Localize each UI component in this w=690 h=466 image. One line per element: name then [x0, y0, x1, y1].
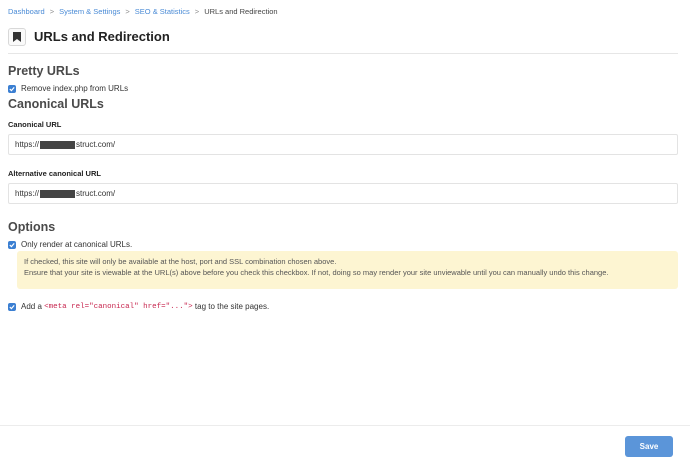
page-title: URLs and Redirection — [34, 29, 170, 44]
meta-canonical-checkbox[interactable] — [8, 302, 16, 311]
options-heading: Options — [8, 220, 56, 234]
meta-canonical-code: <meta rel="canonical" href="..."> — [44, 302, 193, 311]
breadcrumb-separator: > — [125, 7, 130, 16]
redacted-block — [40, 140, 76, 149]
warning-line-1: If checked, this site will only be avail… — [24, 257, 337, 266]
alternative-canonical-url-input[interactable]: https:// struct.com/ — [8, 183, 678, 204]
footer-bar — [0, 425, 690, 466]
breadcrumb-current: URLs and Redirection — [204, 7, 278, 16]
canonical-url-input[interactable]: https:// struct.com/ — [8, 134, 678, 155]
redacted-block — [40, 189, 76, 198]
canonical-url-suffix: struct.com/ — [76, 140, 116, 149]
only-canonical-label: Only render at canonical URLs. — [21, 240, 133, 249]
bookmark-icon — [8, 27, 26, 46]
canonical-url-prefix: https:// — [15, 140, 40, 149]
only-canonical-option[interactable]: Only render at canonical URLs. — [8, 240, 132, 249]
meta-canonical-suffix: tag to the site pages. — [194, 302, 270, 311]
breadcrumb: Dashboard > System & Settings > SEO & St… — [8, 7, 278, 16]
remove-index-php-label: Remove index.php from URLs — [21, 84, 129, 93]
alternative-canonical-url-label: Alternative canonical URL — [8, 169, 101, 178]
warning-line-2: Ensure that your site is viewable at the… — [24, 268, 609, 277]
canonical-urls-heading: Canonical URLs — [8, 97, 104, 111]
alternative-url-prefix: https:// — [15, 189, 40, 198]
breadcrumb-system-settings[interactable]: System & Settings — [59, 7, 120, 16]
breadcrumb-separator: > — [194, 7, 200, 16]
alternative-url-suffix: struct.com/ — [76, 189, 116, 198]
canonical-warning: If checked, this site will only be avail… — [17, 251, 678, 289]
only-canonical-checkbox[interactable] — [8, 240, 16, 249]
pretty-urls-heading: Pretty URLs — [8, 64, 80, 78]
remove-index-php-checkbox[interactable] — [8, 84, 16, 93]
checkmark-icon — [9, 304, 15, 309]
remove-index-php-option[interactable]: Remove index.php from URLs — [8, 84, 128, 93]
page-header: URLs and Redirection — [8, 24, 678, 54]
canonical-url-label: Canonical URL — [8, 120, 62, 129]
meta-canonical-option[interactable]: Add a <meta rel="canonical" href="..."> … — [8, 302, 269, 311]
breadcrumb-dashboard[interactable]: Dashboard — [8, 7, 45, 16]
breadcrumb-seo-statistics[interactable]: SEO & Statistics — [135, 7, 190, 16]
save-button[interactable]: Save — [625, 436, 673, 457]
checkmark-icon — [9, 86, 15, 91]
checkmark-icon — [9, 242, 15, 247]
meta-canonical-prefix: Add a — [21, 302, 42, 311]
breadcrumb-separator: > — [49, 7, 55, 16]
